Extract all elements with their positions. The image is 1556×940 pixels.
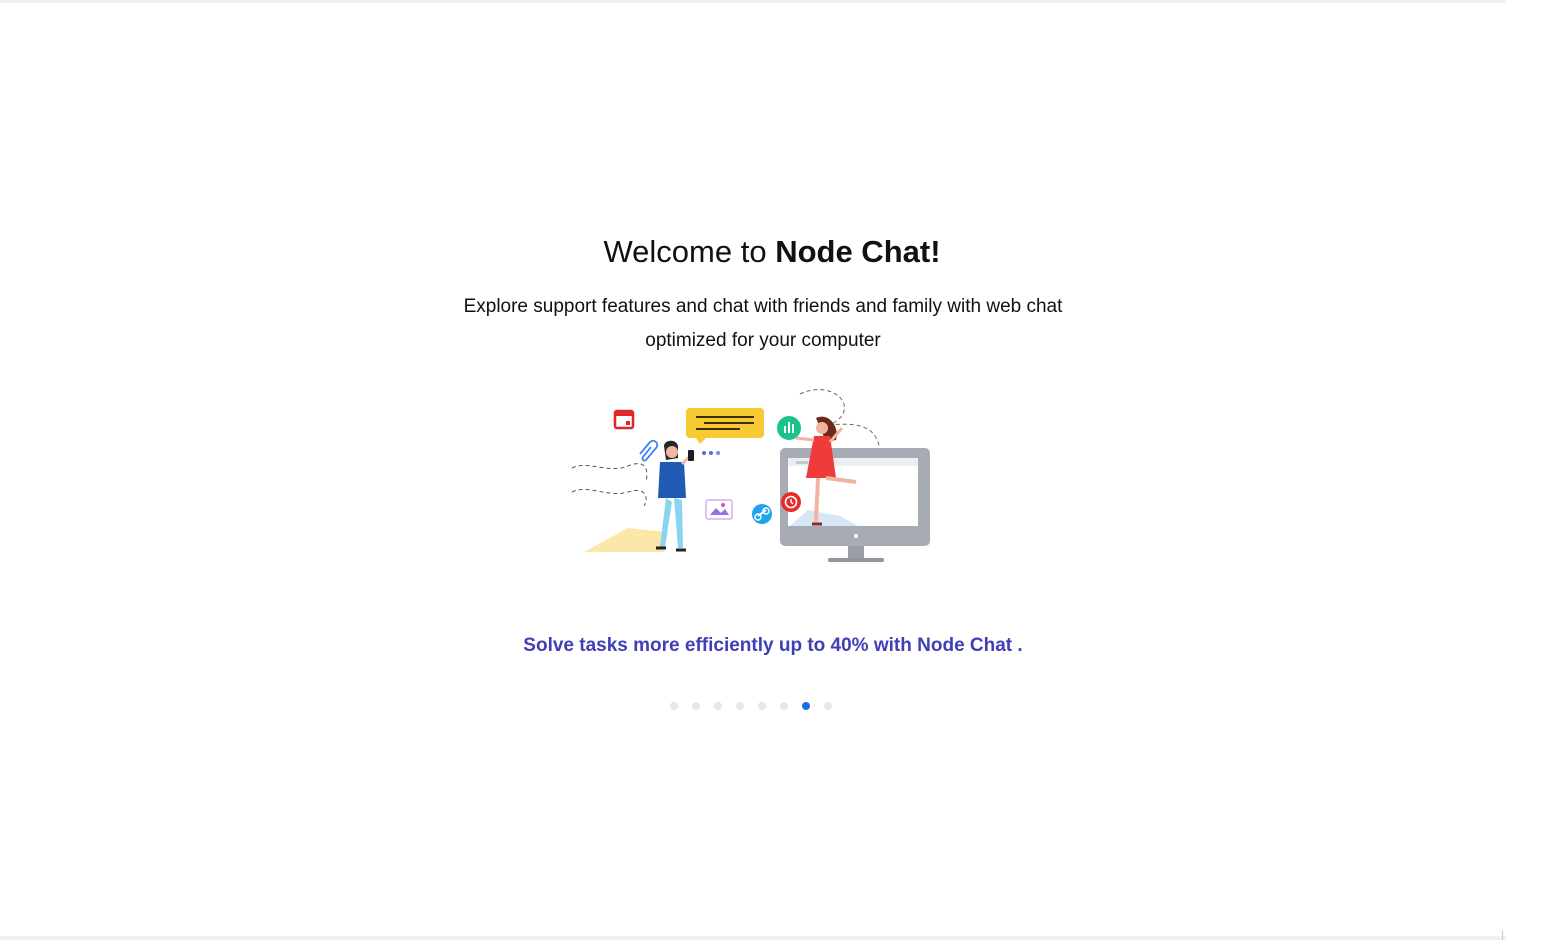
top-divider (0, 0, 1506, 3)
carousel-dot-3[interactable] (714, 702, 722, 710)
link-icon (752, 504, 772, 524)
image-icon (705, 499, 733, 520)
alarm-icon (781, 492, 801, 512)
welcome-subtitle: Explore support features and chat with f… (463, 296, 1063, 351)
carousel-dot-7[interactable] (802, 702, 810, 710)
carousel-dot-2[interactable] (692, 702, 700, 710)
welcome-prefix: Welcome to (603, 234, 776, 269)
scrollbar-edge (1502, 930, 1503, 940)
paperclip-icon (639, 439, 659, 462)
chart-icon (777, 416, 801, 440)
efficiency-tagline: Solve tasks more efficiently up to 40% w… (523, 635, 1023, 656)
welcome-suffix: ! (930, 234, 941, 269)
chat-bubble-icon (686, 408, 764, 444)
carousel-dot-1[interactable] (670, 702, 678, 710)
bottom-divider (0, 936, 1506, 940)
calendar-icon (613, 409, 635, 430)
brand-name: Node Chat (775, 234, 931, 269)
welcome-heading: Welcome to Node Chat! (0, 226, 1544, 278)
woman-with-phone (656, 440, 694, 552)
monitor-icon (780, 448, 930, 562)
welcome-page: Welcome to Node Chat! Explore support fe… (0, 0, 1556, 940)
carousel-dot-6[interactable] (780, 702, 788, 710)
carousel-dot-4[interactable] (736, 702, 744, 710)
carousel-dot-5[interactable] (758, 702, 766, 710)
welcome-illustration (571, 389, 930, 562)
carousel-dot-8[interactable] (824, 702, 832, 710)
carousel-pagination (670, 702, 832, 710)
